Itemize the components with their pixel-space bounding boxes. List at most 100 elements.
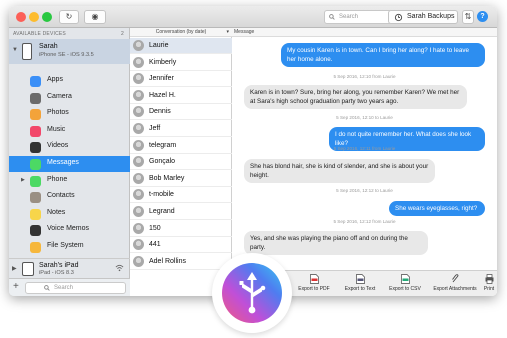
sidebar-search-placeholder: Search	[54, 285, 74, 291]
toolbar-search-placeholder: Search	[339, 14, 359, 20]
conversation-item[interactable]: Legrand	[130, 204, 232, 220]
sidebar-item-videos[interactable]: Videos	[9, 139, 130, 155]
contacts-icon	[30, 192, 41, 204]
conversation-item[interactable]: Gonçalo	[130, 154, 232, 171]
sidebar-item-apps[interactable]: Apps	[9, 73, 130, 89]
conversation-item[interactable]: Jennifer	[130, 71, 232, 88]
sidebar-item-camera[interactable]: Camera	[9, 90, 130, 106]
avatar	[133, 189, 144, 201]
message-timestamp: 5 Sep 2016, 12:12 to Laurie	[336, 188, 393, 193]
message-header-label: Message	[234, 29, 255, 35]
print-icon	[485, 274, 494, 284]
videos-icon	[30, 142, 41, 154]
avatar	[133, 239, 144, 251]
ipad-model: iPad - iOS 8.3	[39, 270, 74, 276]
minimize-window-button[interactable]	[29, 12, 39, 22]
conversation-name: Bob Marley	[149, 174, 185, 182]
pdf-icon	[309, 274, 319, 284]
attachment-export-button[interactable]: Export Attachments	[429, 274, 481, 292]
transfer-button[interactable]: ⇅	[462, 10, 474, 24]
conversation-item[interactable]: Jeff	[130, 121, 232, 137]
messages-icon	[30, 159, 41, 170]
device-sarah-ipad[interactable]: ▶ Sarah's iPad iPad - iOS 8.3	[9, 258, 130, 277]
message-timestamp: 5 Sep 2016, 12:10 from Laurie	[333, 74, 396, 79]
history-icon	[394, 13, 403, 22]
preview-button[interactable]: ◉	[84, 10, 106, 24]
sidebar-item-label: Phone	[47, 175, 68, 183]
eye-icon: ◉	[91, 12, 99, 21]
device-name: Sarah	[39, 43, 58, 50]
help-button[interactable]: ?	[477, 11, 488, 22]
conversation-item[interactable]: Hazel H.	[130, 88, 232, 104]
conversation-name: Jennifer	[149, 75, 174, 83]
conversation-item[interactable]: Laurie	[130, 38, 232, 54]
avatar	[133, 56, 144, 68]
conversation-item[interactable]: Kimberly	[130, 55, 232, 71]
export-button-label: Print	[483, 286, 495, 292]
pdf-export-button[interactable]: Export to PDF	[294, 274, 334, 292]
print-export-button[interactable]: Print	[482, 274, 496, 292]
phone-icon	[30, 175, 41, 187]
conversation-sort-header[interactable]: Conversation (by date) ▾	[130, 28, 232, 37]
message-header: Message	[232, 28, 497, 37]
export-button-label: Export Attachments	[433, 286, 477, 292]
conversation-name: 441	[149, 241, 161, 249]
sidebar-item-label: Videos	[47, 142, 69, 150]
transfer-arrows-icon: ⇅	[464, 12, 472, 21]
avatar	[133, 106, 144, 118]
sidebar-item-voice-memos[interactable]: Voice Memos	[9, 222, 130, 238]
voice-memos-icon	[30, 225, 41, 237]
conversation-name: Hazel H.	[149, 91, 176, 99]
sidebar-item-label: Notes	[47, 208, 66, 216]
conversation-item[interactable]: Dennis	[130, 104, 232, 121]
conversation-name: Adel Rollins	[149, 257, 186, 265]
conversation-item[interactable]: 441	[130, 237, 232, 254]
sidebar-item-label: Messages	[47, 159, 79, 166]
attachment-icon	[451, 274, 460, 284]
sidebar-item-photos[interactable]: Photos	[9, 106, 130, 122]
search-icon	[329, 14, 335, 20]
zoom-window-button[interactable]	[42, 12, 52, 22]
music-icon	[30, 125, 41, 137]
text-file-export-button[interactable]: Export to Text	[339, 274, 381, 292]
sidebar-item-file-system[interactable]: File System	[9, 239, 130, 255]
sidebar-item-music[interactable]: Music	[9, 123, 130, 139]
received-message-bubble: Yes, and she was playing the piano off a…	[244, 231, 428, 255]
sidebar-item-messages[interactable]: Messages	[9, 156, 130, 172]
add-device-button[interactable]: +	[13, 281, 19, 292]
backups-button[interactable]: Sarah Backups	[388, 10, 458, 24]
chevron-right-icon: ▶	[12, 266, 17, 272]
avatar	[133, 222, 144, 234]
device-model: iPhone SE - iOS 9.3.5	[39, 52, 94, 58]
iphone-icon	[22, 43, 32, 60]
message-timestamp: 5 Sep 2016, 12:12 from Laurie	[333, 219, 396, 224]
close-window-button[interactable]	[16, 12, 26, 22]
sidebar-item-label: File System	[47, 242, 84, 249]
avatar	[133, 40, 144, 51]
sidebar: AVAILABLE DEVICES 2 ▼ Sarah iPhone SE - …	[9, 28, 130, 296]
conversation-name: telegram	[149, 141, 177, 149]
photos-icon	[30, 109, 41, 121]
avatar	[133, 139, 144, 151]
sidebar-item-notes[interactable]: Notes	[9, 206, 130, 222]
conversation-item[interactable]: telegram	[130, 138, 232, 154]
refresh-button[interactable]: ↻	[59, 10, 79, 24]
avatar	[133, 89, 144, 101]
device-count: 2	[121, 31, 124, 37]
conversation-item[interactable]: Adel Rollins	[130, 254, 232, 270]
sidebar-item-label: Camera	[47, 92, 72, 100]
sidebar-item-contacts[interactable]: Contacts	[9, 189, 130, 205]
message-timestamp: 5 Sep 2016, 12:10 to Laurie	[336, 115, 393, 120]
toolbar-search-input[interactable]: Search	[324, 10, 392, 24]
conversation-name: Gonçalo	[149, 158, 176, 166]
imazing-logo-icon	[222, 263, 282, 323]
sidebar-item-phone[interactable]: Phone ▶	[9, 173, 130, 189]
sidebar-footer: + Search	[9, 278, 130, 296]
sidebar-search-input[interactable]: Search	[25, 282, 126, 294]
csv-export-button[interactable]: Export to CSV	[382, 274, 428, 292]
conversation-item[interactable]: Bob Marley	[130, 171, 232, 187]
conversation-item[interactable]: 150	[130, 221, 232, 237]
conversation-name: Jeff	[149, 125, 161, 132]
device-sarah[interactable]: ▼ Sarah iPhone SE - iOS 9.3.5	[9, 39, 130, 64]
conversation-item[interactable]: t-mobile	[130, 187, 232, 204]
